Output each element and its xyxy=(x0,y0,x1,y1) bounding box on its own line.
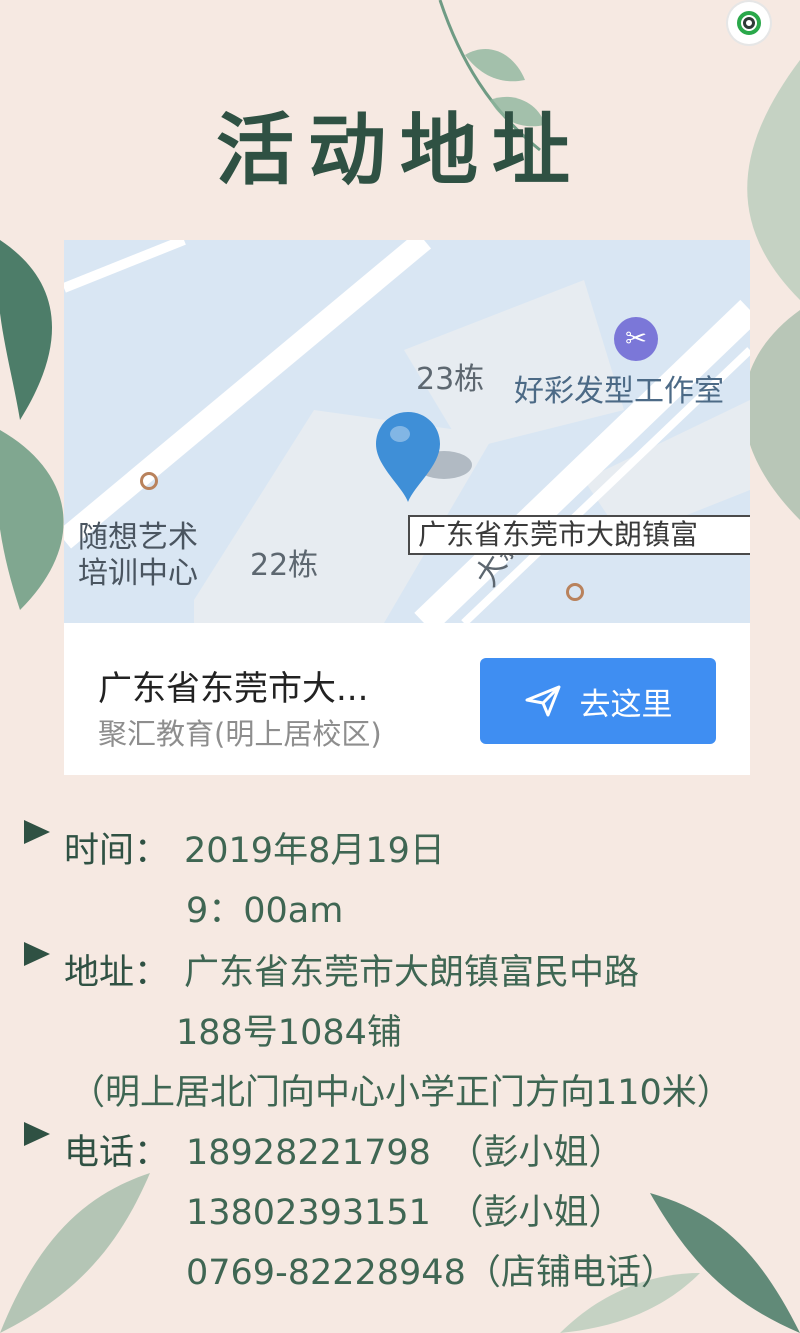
bullet-arrow-icon xyxy=(24,820,50,844)
phone-number-1[interactable]: 18928221798 （彭小姐） xyxy=(186,1124,623,1175)
navigate-button[interactable]: 去这里 xyxy=(480,658,716,744)
bullet-arrow-icon xyxy=(24,942,50,966)
poi-label: 培训中心 xyxy=(78,556,198,591)
send-arrow-icon xyxy=(525,685,560,717)
location-card[interactable]: 广东省东莞市大... 聚汇教育(明上居校区) 去这里 xyxy=(64,623,750,775)
address-line-1: 广东省东莞市大朗镇富民中路 xyxy=(184,953,640,993)
location-title: 广东省东莞市大... xyxy=(98,669,369,709)
scissors-icon[interactable]: ✂ xyxy=(614,317,658,361)
poi-dot xyxy=(140,472,158,490)
time-label: 时间： xyxy=(64,831,170,871)
page-title: 活动地址 xyxy=(215,105,584,196)
brand-logo-icon xyxy=(728,2,770,44)
poi-label: 好彩发型工作室 xyxy=(514,374,724,409)
map-label-building-23: 23栋 xyxy=(416,362,485,397)
poster: 活动地址 23栋 22栋 大新 随想艺术 培训中心 ✂ 好彩发型工作室 广东省东… xyxy=(0,0,800,1333)
map-label-building-22: 22栋 xyxy=(250,548,319,583)
address-tooltip: 广东省东莞市大朗镇富 xyxy=(408,515,750,555)
map-pin-icon[interactable] xyxy=(364,410,484,520)
time-date: 2019年8月19日 xyxy=(184,831,445,871)
logo-inner-ring xyxy=(743,17,755,29)
phone-label: 电话： xyxy=(64,1133,170,1173)
bullet-arrow-icon xyxy=(24,1122,50,1146)
map-view[interactable]: 23栋 22栋 大新 随想艺术 培训中心 ✂ 好彩发型工作室 广东省东莞市大朗镇… xyxy=(64,240,750,623)
location-subtitle: 聚汇教育(明上居校区) xyxy=(98,717,382,751)
time-hour: 9：00am xyxy=(186,891,344,931)
address-line-3: （明上居北门向中心小学正门方向110米） xyxy=(70,1073,732,1113)
phone-number-2[interactable]: 13802393151 （彭小姐） xyxy=(186,1184,623,1235)
address-label: 地址： xyxy=(64,953,170,993)
phone-number-3[interactable]: 0769-82228948（店铺电话） xyxy=(186,1244,676,1295)
address-line-2: 188号1084铺 xyxy=(176,1013,402,1053)
poi-dot xyxy=(566,583,584,601)
navigate-button-label: 去这里 xyxy=(579,686,673,723)
